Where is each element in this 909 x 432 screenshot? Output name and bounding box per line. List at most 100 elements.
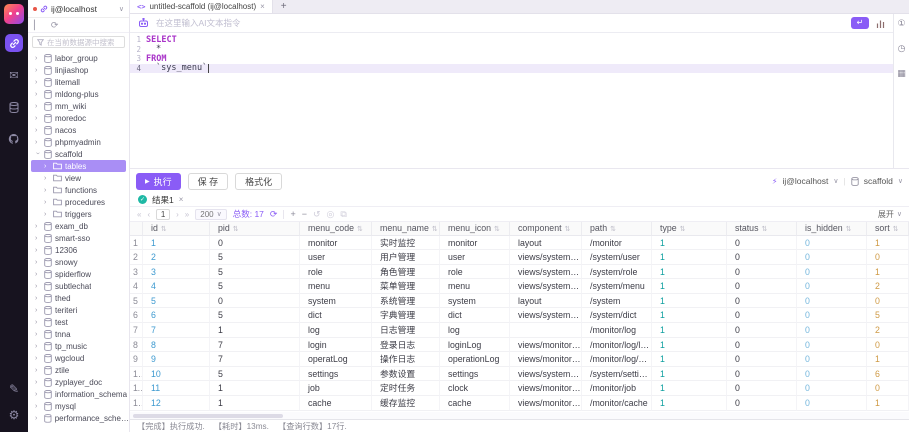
view-changes-icon[interactable]: ◎ [327, 209, 335, 220]
table-cell[interactable]: 6 [143, 308, 210, 323]
column-header-type[interactable]: type⇅ [652, 222, 727, 236]
tree-item-exam_db[interactable]: ›exam_db [28, 220, 129, 232]
table-cell[interactable]: 1 [652, 265, 727, 280]
table-cell[interactable]: 3 [143, 265, 210, 280]
table-cell[interactable]: 1 [652, 338, 727, 353]
table-cell[interactable]: 0 [797, 367, 867, 382]
table-cell[interactable]: views/system/role [510, 265, 582, 280]
github-icon[interactable] [5, 130, 23, 148]
table-cell[interactable]: 2 [867, 279, 909, 294]
ai-command-bar[interactable]: 在这里输入AI文本指令 ↵ [130, 14, 893, 33]
close-tab-icon[interactable]: × [260, 2, 265, 11]
table-cell[interactable]: 登录日志 [372, 338, 440, 353]
table-cell[interactable]: 5 [867, 308, 909, 323]
column-header-is_hidden[interactable]: is_hidden⇅ [797, 222, 867, 236]
table-cell[interactable]: 0 [727, 323, 797, 338]
chevron-icon[interactable]: › [44, 211, 50, 218]
chevron-icon[interactable]: › [35, 259, 41, 266]
chevron-icon[interactable]: › [35, 79, 41, 86]
row-number[interactable]: 12 [130, 396, 143, 411]
tree-item-functions[interactable]: ›functions [28, 184, 129, 196]
chevron-icon[interactable]: › [35, 355, 41, 362]
refresh-results-icon[interactable]: ⟳ [270, 209, 278, 220]
table-cell[interactable]: 0 [797, 352, 867, 367]
tree-item-moredoc[interactable]: ›moredoc [28, 112, 129, 124]
sort-icon[interactable]: ⇅ [846, 226, 852, 233]
table-cell[interactable]: views/system/menu [510, 279, 582, 294]
row-number[interactable]: 6 [130, 308, 143, 323]
table-cell[interactable]: login [300, 338, 372, 353]
table-cell[interactable]: 0 [797, 308, 867, 323]
table-cell[interactable]: /system/settings [582, 367, 652, 382]
tree-item-tp_music[interactable]: ›tp_music [28, 340, 129, 352]
search-input[interactable]: 在当前数据源中搜索 [32, 36, 125, 48]
mail-icon[interactable]: ✉ [5, 66, 23, 84]
tree-item-litemall[interactable]: ›litemall [28, 76, 129, 88]
table-cell[interactable]: 0 [727, 396, 797, 411]
table-cell[interactable]: monitor [300, 236, 372, 251]
table-cell[interactable]: loginLog [440, 338, 510, 353]
tree-item-12306[interactable]: ›12306 [28, 244, 129, 256]
table-cell[interactable]: 1 [652, 236, 727, 251]
export-icon[interactable]: ⧉ [340, 209, 346, 220]
table-cell[interactable]: /system/role [582, 265, 652, 280]
table-cell[interactable]: 0 [867, 338, 909, 353]
chevron-icon[interactable]: › [35, 127, 41, 134]
chevron-icon[interactable]: › [35, 331, 41, 338]
tree-item-test[interactable]: ›test [28, 316, 129, 328]
table-cell[interactable]: 1 [210, 323, 300, 338]
row-number[interactable]: 11 [130, 381, 143, 396]
tree-item-tables[interactable]: ›tables [31, 160, 126, 172]
table-cell[interactable]: dict [440, 308, 510, 323]
toolbar-database-select[interactable]: scaffold [864, 176, 893, 186]
table-cell[interactable]: monitor [440, 236, 510, 251]
table-cell[interactable]: clock [440, 381, 510, 396]
table-cell[interactable]: 6 [867, 367, 909, 382]
table-cell[interactable] [510, 323, 582, 338]
table-cell[interactable]: user [300, 250, 372, 265]
chevron-icon[interactable]: › [35, 55, 41, 62]
sort-icon[interactable]: ⇅ [610, 226, 616, 233]
table-cell[interactable]: 0 [210, 294, 300, 309]
table-cell[interactable]: 角色管理 [372, 265, 440, 280]
execute-button[interactable]: ▶ 执行 [136, 173, 181, 190]
chevron-icon[interactable]: › [35, 319, 41, 326]
chevron-icon[interactable]: › [44, 175, 50, 182]
tree-item-zyplayer_doc[interactable]: ›zyplayer_doc [28, 376, 129, 388]
row-number[interactable]: 9 [130, 352, 143, 367]
table-cell[interactable]: dict [300, 308, 372, 323]
row-number[interactable]: 5 [130, 294, 143, 309]
new-tab-button[interactable]: + [273, 0, 295, 13]
row-number[interactable]: 10 [130, 367, 143, 382]
table-cell[interactable]: 实时监控 [372, 236, 440, 251]
table-cell[interactable]: 10 [143, 367, 210, 382]
column-header-component[interactable]: component⇅ [510, 222, 582, 236]
column-header-status[interactable]: status⇅ [727, 222, 797, 236]
tree-item-subtlechat[interactable]: ›subtlechat [28, 280, 129, 292]
sort-icon[interactable]: ⇅ [893, 226, 899, 233]
table-cell[interactable]: 0 [867, 250, 909, 265]
table-cell[interactable]: /system/user [582, 250, 652, 265]
refresh-icon[interactable]: ⟳ [51, 21, 59, 30]
table-cell[interactable]: views/monitor/job [510, 381, 582, 396]
chevron-icon[interactable]: › [44, 187, 50, 194]
table-cell[interactable]: 5 [210, 250, 300, 265]
table-cell[interactable]: 0 [797, 294, 867, 309]
table-cell[interactable]: 1 [867, 352, 909, 367]
table-cell[interactable]: job [300, 381, 372, 396]
table-cell[interactable]: menu [300, 279, 372, 294]
table-cell[interactable]: 12 [143, 396, 210, 411]
table-cell[interactable]: 操作日志 [372, 352, 440, 367]
editor-line[interactable]: 3FROM [130, 54, 893, 64]
connections-icon[interactable] [5, 34, 23, 52]
table-cell[interactable]: log [440, 323, 510, 338]
sort-icon[interactable]: ⇅ [494, 226, 500, 233]
table-cell[interactable]: 0 [797, 236, 867, 251]
chevron-icon[interactable]: › [35, 379, 41, 386]
table-cell[interactable]: 0 [867, 294, 909, 309]
tree-item-snowy[interactable]: ›snowy [28, 256, 129, 268]
table-cell[interactable]: system [300, 294, 372, 309]
circled-one-icon[interactable]: ① [897, 19, 905, 28]
table-cell[interactable]: menu [440, 279, 510, 294]
chevron-icon[interactable]: › [35, 67, 41, 74]
